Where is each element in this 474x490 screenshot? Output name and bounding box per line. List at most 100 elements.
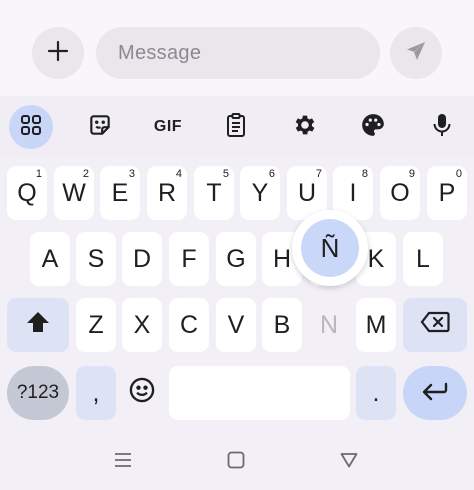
comma-key[interactable]: , — [76, 366, 116, 420]
send-button[interactable] — [390, 27, 442, 79]
keyboard-toolbar: GIF — [0, 96, 474, 158]
key-d[interactable]: D — [122, 232, 162, 286]
enter-icon — [421, 379, 449, 408]
accent-option-n-tilde[interactable]: Ñ — [301, 219, 359, 277]
emoji-key[interactable] — [122, 366, 162, 420]
key-hint: 9 — [408, 168, 415, 180]
key-label: Q — [17, 178, 37, 207]
voice-input-button[interactable] — [420, 105, 464, 149]
key-label: T — [206, 178, 222, 207]
home-button[interactable] — [224, 450, 248, 474]
recents-button[interactable] — [111, 450, 135, 474]
apps-grid-icon — [19, 113, 43, 142]
gif-label: GIF — [153, 118, 183, 135]
backspace-icon — [420, 311, 450, 340]
plus-icon — [46, 39, 70, 68]
key-b[interactable]: B — [262, 298, 302, 352]
back-icon — [340, 452, 358, 473]
clipboard-button[interactable] — [214, 105, 258, 149]
symbols-key-label: ?123 — [16, 382, 60, 403]
accent-option-label: Ñ — [320, 232, 340, 263]
send-icon — [404, 39, 428, 68]
apps-grid-button[interactable] — [9, 105, 53, 149]
key-label: U — [297, 178, 317, 207]
key-label: A — [41, 244, 59, 273]
period-key[interactable]: . — [356, 366, 396, 420]
key-label: F — [181, 244, 197, 273]
key-e[interactable]: E3 — [100, 166, 140, 220]
key-p[interactable]: P0 — [427, 166, 467, 220]
key-label: G — [226, 244, 246, 273]
key-hint: 3 — [128, 168, 135, 180]
key-a[interactable]: A — [30, 232, 70, 286]
key-z[interactable]: Z — [76, 298, 116, 352]
home-icon — [227, 451, 245, 474]
key-m[interactable]: M — [356, 298, 396, 352]
key-o[interactable]: O9 — [380, 166, 420, 220]
key-label: P — [438, 178, 456, 207]
key-f[interactable]: F — [169, 232, 209, 286]
key-v[interactable]: V — [216, 298, 256, 352]
key-label: O — [390, 178, 410, 207]
key-label: B — [273, 310, 291, 339]
message-input[interactable]: Message — [96, 27, 380, 79]
key-hint: 6 — [268, 168, 275, 180]
emoji-icon — [128, 376, 156, 411]
key-hint: 4 — [175, 168, 182, 180]
key-label: I — [349, 178, 357, 207]
key-w[interactable]: W2 — [54, 166, 94, 220]
key-t[interactable]: T5 — [194, 166, 234, 220]
key-label: V — [227, 310, 245, 339]
key-label: H — [272, 244, 292, 273]
key-label: X — [133, 310, 151, 339]
sticker-icon — [87, 112, 113, 143]
microphone-icon — [430, 112, 454, 143]
key-y[interactable]: Y6 — [240, 166, 280, 220]
key-label: L — [416, 244, 430, 273]
key-label: Z — [88, 310, 104, 339]
theme-button[interactable] — [351, 105, 395, 149]
key-label: M — [365, 310, 387, 339]
key-label: R — [157, 178, 177, 207]
back-button[interactable] — [337, 450, 361, 474]
key-label: K — [367, 244, 385, 273]
key-hint: 5 — [222, 168, 229, 180]
settings-gear-icon — [292, 112, 318, 143]
system-navigation-bar — [0, 428, 474, 490]
backspace-key[interactable] — [403, 298, 467, 352]
key-hint: 7 — [315, 168, 322, 180]
recents-icon — [114, 452, 132, 473]
key-label: E — [111, 178, 129, 207]
shift-key[interactable] — [7, 298, 69, 352]
add-attachment-button[interactable] — [32, 27, 84, 79]
key-hint: 0 — [455, 168, 462, 180]
key-x[interactable]: X — [122, 298, 162, 352]
key-c[interactable]: C — [169, 298, 209, 352]
comma-key-label: , — [92, 378, 100, 407]
compose-bar: Message — [0, 0, 474, 96]
key-label: D — [132, 244, 152, 273]
key-l[interactable]: L — [403, 232, 443, 286]
key-label: C — [179, 310, 199, 339]
key-n-pressed[interactable]: N — [309, 298, 349, 352]
symbols-key[interactable]: ?123 — [7, 366, 69, 420]
keyboard: Q1 W2 E3 R4 T5 Y6 U7 I8 O9 P0 A S D F G … — [0, 158, 474, 428]
space-key[interactable] — [169, 366, 350, 420]
settings-button[interactable] — [283, 105, 327, 149]
enter-key[interactable] — [403, 366, 467, 420]
palette-icon — [360, 112, 386, 143]
message-placeholder: Message — [118, 41, 202, 64]
sticker-button[interactable] — [78, 105, 122, 149]
key-label: S — [87, 244, 105, 273]
key-s[interactable]: S — [76, 232, 116, 286]
gif-button[interactable]: GIF — [146, 105, 190, 149]
key-q[interactable]: Q1 — [7, 166, 47, 220]
key-hint: 8 — [361, 168, 368, 180]
key-r[interactable]: R4 — [147, 166, 187, 220]
key-label: N — [319, 310, 339, 339]
period-key-label: . — [372, 378, 380, 407]
key-g[interactable]: G — [216, 232, 256, 286]
key-label: Y — [251, 178, 269, 207]
key-hint: 2 — [82, 168, 89, 180]
shift-icon — [25, 310, 51, 341]
